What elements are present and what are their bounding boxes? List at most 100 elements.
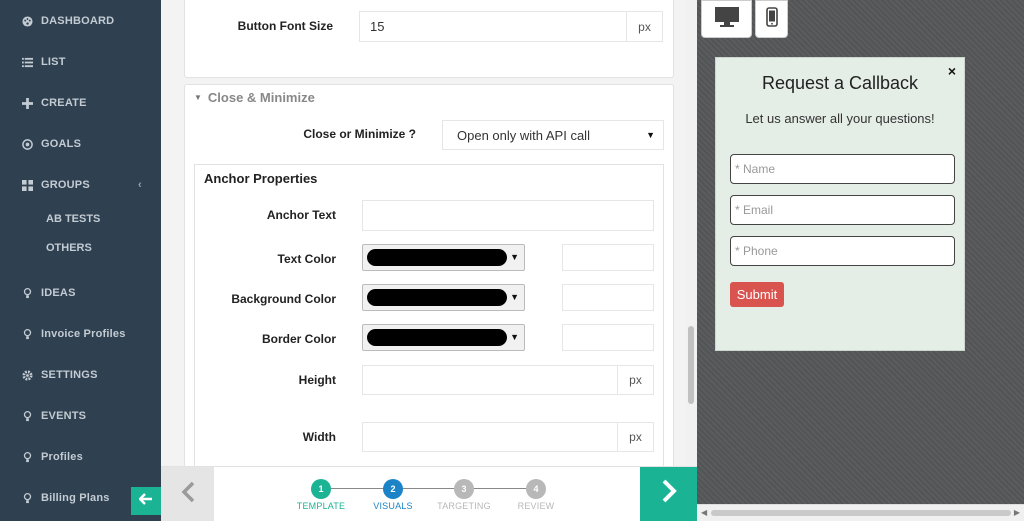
email-field[interactable]: * Email	[730, 195, 955, 225]
step-label: TEMPLATE	[296, 501, 346, 511]
bulb-icon	[22, 287, 33, 299]
mobile-icon	[765, 6, 778, 32]
sidebar-item-label: IDEAS	[41, 287, 76, 299]
px-addon: px	[617, 422, 654, 452]
background-color-hex-input[interactable]	[562, 284, 654, 311]
sidebar-item-label: Profiles	[41, 451, 83, 463]
height-label: Height	[298, 373, 336, 387]
next-step-button[interactable]	[640, 467, 697, 521]
anchor-text-input[interactable]	[362, 200, 654, 231]
gear-icon	[22, 369, 33, 381]
scroll-right-icon[interactable]: ▶	[1014, 508, 1020, 517]
sidebar-item-label: Invoice Profiles	[41, 328, 126, 340]
width-label: Width	[302, 430, 336, 444]
previous-step-button[interactable]	[161, 467, 214, 521]
text-color-picker[interactable]: ▼	[362, 244, 525, 271]
step-label: VISUALS	[373, 501, 413, 511]
wizard-step-template[interactable]: 1 TEMPLATE	[291, 479, 351, 511]
chevron-left-icon	[181, 479, 195, 510]
select-value: Open only with API call	[457, 127, 590, 143]
text-color-label: Text Color	[277, 252, 336, 266]
border-color-hex-input[interactable]	[562, 324, 654, 351]
popup-title: Request a Callback	[761, 73, 919, 93]
button-font-size-input[interactable]: 15	[359, 11, 627, 42]
sidebar-item-events[interactable]: EVENTS	[22, 408, 86, 424]
border-color-label: Border Color	[261, 332, 336, 346]
step-dot: 1	[311, 479, 331, 499]
arrow-left-icon	[138, 492, 153, 510]
step-label: REVIEW	[517, 501, 555, 511]
sidebar-subitem-ab-tests[interactable]: AB TESTS	[46, 213, 100, 225]
color-swatch	[367, 289, 507, 306]
sidebar-item-ideas[interactable]: IDEAS	[22, 285, 76, 301]
desktop-view-button[interactable]	[701, 0, 752, 38]
width-input[interactable]	[362, 422, 618, 452]
close-icon[interactable]: ×	[948, 63, 956, 79]
collapse-sidebar-button[interactable]	[131, 487, 161, 515]
color-swatch	[367, 249, 507, 266]
scrollbar[interactable]	[686, 0, 697, 466]
sidebar-subitem-others[interactable]: OTHERS	[46, 242, 92, 254]
sidebar-item-label: Billing Plans	[41, 492, 110, 504]
mobile-view-button[interactable]	[755, 0, 788, 38]
sidebar-item-invoice-profiles[interactable]: Invoice Profiles	[22, 326, 126, 342]
step-dot: 4	[526, 479, 546, 499]
wizard-step-targeting[interactable]: 3 TARGETING	[434, 479, 494, 511]
chevron-right-icon	[661, 479, 677, 510]
bulb-icon	[22, 451, 33, 463]
sidebar-item-label: GOALS	[41, 138, 82, 150]
sidebar-item-groups[interactable]: GROUPS ‹	[22, 177, 142, 193]
palette-icon	[22, 15, 33, 27]
sidebar-item-label: DASHBOARD	[41, 15, 115, 27]
caret-down-icon: ▼	[510, 332, 519, 342]
sidebar-item-settings[interactable]: SETTINGS	[22, 367, 98, 383]
horizontal-scrollbar[interactable]: ◀ ▶	[697, 504, 1024, 521]
caret-down-icon: ▼	[646, 130, 655, 140]
height-input[interactable]	[362, 365, 618, 395]
sidebar-item-goals[interactable]: GOALS	[22, 136, 81, 152]
bulb-icon	[22, 492, 33, 504]
px-addon: px	[617, 365, 654, 395]
sidebar-item-billing-plans[interactable]: Billing Plans	[22, 490, 110, 506]
chevron-left-icon: ‹	[138, 179, 142, 191]
bulb-icon	[22, 410, 33, 422]
section-title: Close & Minimize	[207, 90, 315, 105]
background-color-picker[interactable]: ▼	[362, 284, 525, 311]
scroll-left-icon[interactable]: ◀	[701, 508, 707, 517]
plus-icon	[22, 97, 33, 109]
scroll-thumb[interactable]	[711, 510, 1011, 516]
anchor-properties-title: Anchor Properties	[204, 171, 318, 186]
sidebar-item-label: LIST	[41, 56, 66, 68]
sidebar-item-label: CREATE	[41, 97, 87, 109]
sidebar-item-dashboard[interactable]: DASHBOARD	[22, 13, 114, 29]
scroll-thumb[interactable]	[688, 326, 694, 404]
caret-down-icon: ▼	[194, 93, 202, 102]
bulb-icon	[22, 328, 33, 340]
step-dot: 2	[383, 479, 403, 499]
close-minimize-toggle[interactable]: ▼ Close & Minimize	[194, 90, 315, 105]
sidebar-item-list[interactable]: LIST	[22, 54, 66, 70]
sidebar-item-create[interactable]: CREATE	[22, 95, 87, 111]
grid-icon	[22, 179, 33, 191]
anchor-text-label: Anchor Text	[266, 208, 336, 222]
phone-field[interactable]: * Phone	[730, 236, 955, 266]
close-or-minimize-select[interactable]: Open only with API call ▼	[442, 120, 664, 150]
sidebar-item-label: SETTINGS	[41, 369, 98, 381]
background-color-label: Background Color	[231, 292, 336, 306]
step-dot: 3	[454, 479, 474, 499]
target-icon	[22, 138, 33, 150]
caret-down-icon: ▼	[510, 252, 519, 262]
step-label: TARGETING	[437, 501, 491, 511]
button-font-size-label: Button Font Size	[237, 19, 333, 33]
border-color-picker[interactable]: ▼	[362, 324, 525, 351]
caret-down-icon: ▼	[510, 292, 519, 302]
name-field[interactable]: * Name	[730, 154, 955, 184]
color-swatch	[367, 329, 507, 346]
sidebar-item-profiles[interactable]: Profiles	[22, 449, 83, 465]
submit-button[interactable]: Submit	[730, 282, 784, 307]
wizard-step-visuals[interactable]: 2 VISUALS	[363, 479, 423, 511]
popup-subtitle: Let us answer all your questions!	[745, 111, 935, 126]
wizard-step-review[interactable]: 4 REVIEW	[506, 479, 566, 511]
callback-popup: Request a Callback × Let us answer all y…	[715, 57, 965, 351]
text-color-hex-input[interactable]	[562, 244, 654, 271]
